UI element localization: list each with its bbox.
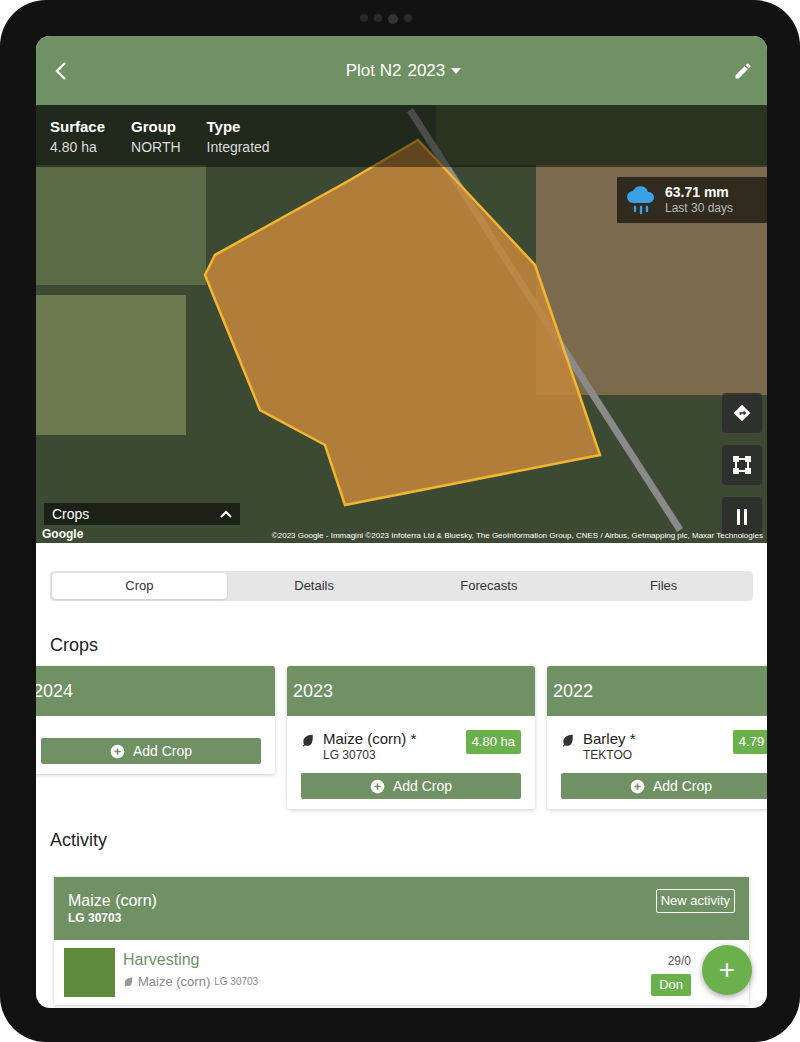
rain-cloud-icon — [625, 185, 657, 215]
season-card: 2023Maize (corn) *LG 307034.80 haAdd Cro… — [287, 666, 535, 809]
activity-heading: Activity — [36, 829, 767, 851]
back-icon[interactable] — [50, 59, 74, 83]
directions-button[interactable] — [722, 393, 762, 433]
polygon-select-icon — [732, 455, 752, 475]
tablet-frame: Plot N22023 Surface4.80 ha GroupNORTH TypeI… — [0, 0, 800, 1042]
add-crop-button[interactable]: Add Crop — [41, 738, 261, 764]
leaf-icon — [123, 976, 134, 987]
crop-entry[interactable]: Barley *TEKTOO4.79 h — [547, 716, 767, 763]
pencil-icon[interactable] — [733, 61, 753, 81]
area-badge: 4.80 ha — [466, 730, 521, 754]
add-fab[interactable]: + — [702, 945, 752, 995]
map-logo: Google — [42, 527, 83, 541]
map-attribution: ©2023 Google - Immagini ©2023 Infoterra … — [272, 531, 763, 541]
leaf-icon — [301, 733, 315, 747]
field-thumbnail — [64, 948, 115, 997]
add-crop-button[interactable]: Add Crop — [301, 773, 521, 799]
crop-cards: 2024Add Crop2023Maize (corn) *LG 307034.… — [36, 666, 767, 809]
directions-icon — [732, 403, 752, 423]
plot-title[interactable]: Plot N22023 — [346, 58, 462, 84]
app-header: Plot N22023 — [36, 36, 767, 105]
crop-entry[interactable]: Maize (corn) *LG 307034.80 ha — [287, 716, 535, 763]
map[interactable]: Surface4.80 ha GroupNORTH TypeIntegrated 63… — [36, 105, 767, 543]
area-badge: 4.79 h — [733, 730, 767, 754]
draw-area-button[interactable] — [722, 445, 762, 485]
screen: Plot N22023 Surface4.80 ha GroupNORTH TypeI… — [36, 36, 767, 1008]
season-card: 2022Barley *TEKTOO4.79 hAdd Crop — [547, 666, 767, 809]
layer-select[interactable]: Crops — [44, 503, 240, 525]
tab[interactable]: Files — [576, 573, 751, 599]
plot-info-band: Surface4.80 ha GroupNORTH TypeIntegrated — [36, 105, 767, 167]
plot-info-item: Surface4.80 ha — [50, 117, 105, 167]
rain-badge: 63.71 mmLast 30 days — [617, 177, 767, 223]
plus-circle-icon — [370, 779, 385, 794]
plus-circle-icon — [110, 744, 125, 759]
caret-down-icon — [451, 68, 461, 74]
leaf-icon — [561, 733, 575, 747]
camera — [360, 14, 412, 24]
plot-info-item: GroupNORTH — [131, 117, 181, 167]
chevron-up-icon — [220, 510, 232, 518]
tab[interactable]: Forecasts — [402, 573, 577, 599]
tab[interactable]: Crop — [52, 573, 227, 599]
season-card: 2024Add Crop — [36, 666, 275, 774]
new-activity-button[interactable]: New activity — [656, 889, 735, 913]
plot-info-item: TypeIntegrated — [207, 117, 270, 167]
pause-icon — [735, 508, 749, 526]
map-controls — [722, 393, 762, 537]
status-badge: Don — [651, 974, 691, 996]
tab-bar: CropDetailsForecastsFiles — [50, 571, 753, 601]
tab[interactable]: Details — [227, 573, 402, 599]
add-crop-button[interactable]: Add Crop — [561, 773, 767, 799]
plus-circle-icon — [630, 779, 645, 794]
plot-outline[interactable] — [36, 105, 767, 543]
crops-heading: Crops — [36, 634, 767, 656]
activity-group: Maize (corn)LG 30703New activityHarvesti… — [54, 877, 749, 1005]
activity-row[interactable]: HarvestingMaize (corn)LG 3070329/0Don — [54, 940, 749, 1005]
